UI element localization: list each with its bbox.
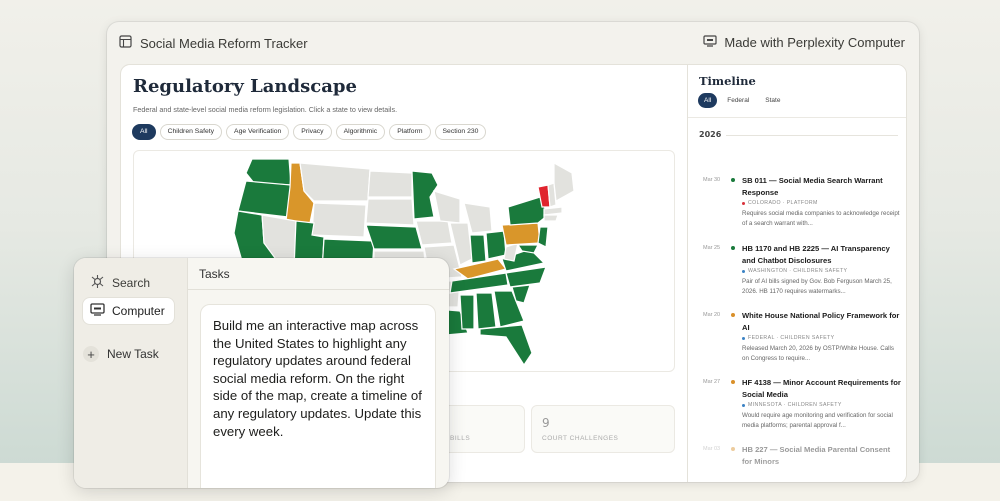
state-mississippi[interactable] xyxy=(459,294,475,330)
timeline-entry-title: White House National Policy Framework fo… xyxy=(742,311,900,332)
timeline-title: Timeline xyxy=(699,74,756,88)
filter-chip-section-230[interactable]: Section 230 xyxy=(434,124,487,140)
state-ohio[interactable] xyxy=(485,230,507,260)
grid-icon xyxy=(119,35,132,51)
page-subtitle: Federal and state-level social media ref… xyxy=(133,105,398,114)
nav-item-search[interactable]: Search xyxy=(83,270,174,296)
timeline-fade xyxy=(688,460,906,482)
timeline-entry-meta: COLORADO · PLATFORM xyxy=(742,200,818,206)
app-titlebar: Social Media Reform Tracker Made with Pe… xyxy=(107,22,919,64)
filter-chip-children-safety[interactable]: Children Safety xyxy=(159,124,223,140)
timeline-entry-meta-text: COLORADO · PLATFORM xyxy=(748,200,818,206)
state-minnesota[interactable] xyxy=(411,170,439,220)
filter-chip-age-verification[interactable]: Age Verification xyxy=(226,124,290,140)
state-massachusetts[interactable] xyxy=(543,206,563,216)
new-task-button[interactable]: + New Task xyxy=(83,346,159,362)
filter-chip-privacy[interactable]: Privacy xyxy=(293,124,332,140)
state-nebraska[interactable] xyxy=(365,224,423,250)
made-with-label: Made with Perplexity Computer xyxy=(724,35,905,50)
timeline-year-rule xyxy=(726,135,898,136)
monitor-icon xyxy=(703,35,717,50)
timeline-entry-meta: FEDERAL · CHILDREN SAFETY xyxy=(742,335,834,341)
timeline-tab-federal[interactable]: Federal xyxy=(721,93,755,108)
category-dot-icon xyxy=(742,269,745,273)
timeline-tab-state[interactable]: State xyxy=(759,93,786,108)
timeline-entry-dot xyxy=(731,246,735,250)
plus-icon: + xyxy=(83,346,99,362)
new-task-label: New Task xyxy=(107,347,159,361)
timeline-entry-desc: Released March 20, 2026 by OSTP/White Ho… xyxy=(742,345,895,362)
state-wisconsin[interactable] xyxy=(433,190,461,224)
nav-item-search-label: Search xyxy=(112,276,151,290)
nav-item-computer[interactable]: Computer xyxy=(83,298,174,324)
timeline-entry-dot xyxy=(731,178,735,182)
timeline-entry-dot xyxy=(731,313,735,317)
state-south-dakota[interactable] xyxy=(365,198,415,226)
filter-chip-algorithmic[interactable]: Algorithmic xyxy=(335,124,386,140)
timeline-entry-dot xyxy=(731,447,735,451)
state-montana[interactable] xyxy=(299,162,371,202)
filter-chip-platform[interactable]: Platform xyxy=(389,124,431,140)
timeline-entry-desc: Pair of AI bills signed by Gov. Bob Ferg… xyxy=(742,278,892,295)
timeline-entry-date: Mar 20 xyxy=(703,312,721,318)
task-prompt[interactable]: Build me an interactive map across the U… xyxy=(200,304,436,488)
timeline-tab-all[interactable]: All xyxy=(698,93,718,108)
timeline-entry-meta: MINNESOTA · CHILDREN SAFETY xyxy=(742,402,842,408)
state-florida[interactable] xyxy=(479,324,533,367)
timeline-entry-meta-text: MINNESOTA · CHILDREN SAFETY xyxy=(748,402,842,408)
category-dot-icon xyxy=(742,336,745,340)
timeline-entry-date: Mar 25 xyxy=(703,245,721,251)
state-maine[interactable] xyxy=(553,161,575,202)
timeline-year: 2026 xyxy=(699,130,722,139)
app-title-group: Social Media Reform Tracker xyxy=(119,35,308,51)
task-window: Search Computer + New Task Tasks Build m… xyxy=(74,258,449,488)
state-iowa[interactable] xyxy=(415,220,453,246)
stat-bills-label: BILLS xyxy=(450,435,471,442)
timeline-entry-date: Mar 30 xyxy=(703,177,721,183)
state-connecticut[interactable] xyxy=(543,214,559,222)
timeline-entry-meta: WASHINGTON · CHILDREN SAFETY xyxy=(742,268,847,274)
timeline-divider xyxy=(688,117,906,118)
task-sidebar: Search Computer + New Task xyxy=(74,258,187,488)
task-main: Tasks Build me an interactive map across… xyxy=(187,258,449,488)
state-new-jersey[interactable] xyxy=(537,226,549,248)
timeline-pane: Timeline All Federal State 2026 Mar 30 S… xyxy=(687,65,906,482)
stat-card-court-challenges: 9 COURT CHALLENGES xyxy=(531,405,675,453)
state-oregon[interactable] xyxy=(237,180,292,218)
search-nav-icon xyxy=(90,274,105,292)
timeline-entry-desc: Requires social media companies to ackno… xyxy=(742,210,900,227)
timeline-entry-dot xyxy=(731,380,735,384)
state-indiana[interactable] xyxy=(469,234,487,264)
timeline-entry-desc: Would require age monitoring and verific… xyxy=(742,412,893,429)
timeline-entry-title: SB 011 — Social Media Search Warrant Res… xyxy=(742,176,883,197)
app-title: Social Media Reform Tracker xyxy=(140,35,308,51)
timeline-tabs: All Federal State xyxy=(698,93,786,108)
computer-icon xyxy=(90,303,105,319)
state-pennsylvania[interactable] xyxy=(501,222,541,246)
made-with-badge[interactable]: Made with Perplexity Computer xyxy=(703,35,905,50)
filter-chips: All Children Safety Age Verification Pri… xyxy=(132,124,487,140)
filter-chip-all[interactable]: All xyxy=(132,124,156,140)
timeline-entry-title: HB 1170 and HB 2225 — AI Transparency an… xyxy=(742,244,890,265)
state-north-dakota[interactable] xyxy=(367,170,413,198)
state-wyoming[interactable] xyxy=(311,202,367,238)
timeline-entry-meta-text: WASHINGTON · CHILDREN SAFETY xyxy=(748,268,848,274)
state-alabama[interactable] xyxy=(475,292,497,330)
timeline-entry-date: Mar 03 xyxy=(703,446,721,452)
stat-court-challenges-label: COURT CHALLENGES xyxy=(542,435,619,442)
tasks-header: Tasks xyxy=(188,258,449,290)
nav-item-computer-label: Computer xyxy=(112,304,165,318)
page-title: Regulatory Landscape xyxy=(133,76,357,97)
category-dot-icon xyxy=(742,403,745,407)
timeline-entry-title: HF 4138 — Minor Account Requirements for… xyxy=(742,378,901,399)
timeline-entry-date: Mar 27 xyxy=(703,379,721,385)
category-dot-icon xyxy=(742,201,745,205)
timeline-entry-meta-text: FEDERAL · CHILDREN SAFETY xyxy=(748,335,835,341)
stat-court-challenges-value: 9 xyxy=(542,416,550,430)
